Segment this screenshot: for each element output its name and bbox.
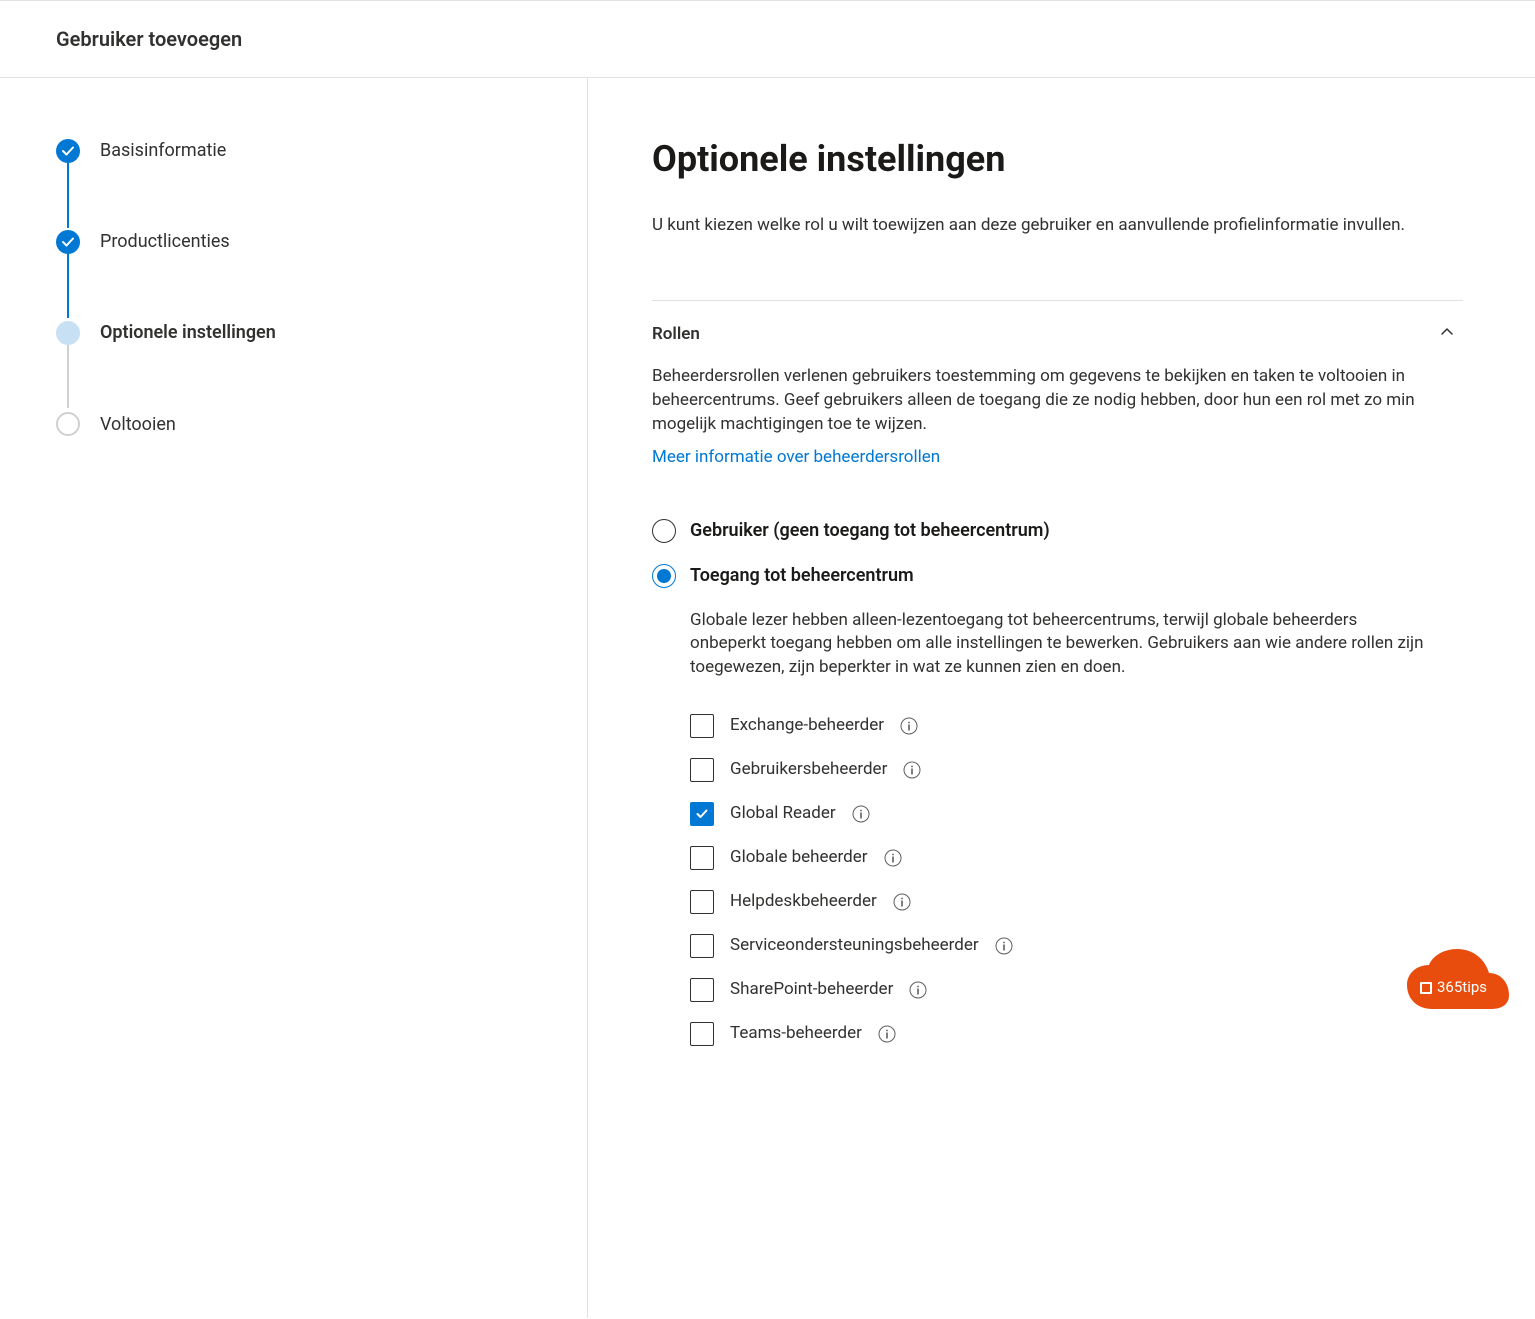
role-teams-beheerder[interactable]: Teams-beheerder [690, 1022, 1432, 1046]
step-optionele-instellingen[interactable]: Optionele instellingen [56, 320, 531, 345]
access-radio-group: Gebruiker (geen toegang tot beheercentru… [652, 518, 1432, 1046]
wizard-steps-sidebar: Basisinformatie Productlicenties Optione… [0, 78, 588, 1318]
admin-roles-more-info-link[interactable]: Meer informatie over beheerdersrollen [652, 447, 940, 467]
step-connector [67, 342, 69, 408]
info-icon[interactable] [903, 761, 921, 779]
role-globale-beheerder[interactable]: Globale beheerder [690, 846, 1432, 870]
step-pending-icon [56, 412, 80, 436]
checkbox-icon [690, 978, 714, 1002]
step-voltooien[interactable]: Voltooien [56, 412, 531, 437]
radio-icon [652, 564, 676, 588]
step-label: Basisinformatie [100, 138, 226, 163]
wizard-header: Gebruiker toevoegen [0, 1, 1535, 78]
role-helpdeskbeheerder[interactable]: Helpdeskbeheerder [690, 890, 1432, 914]
wizard-main-panel: Optionele instellingen U kunt kiezen wel… [588, 78, 1535, 1318]
wizard-title: Gebruiker toevoegen [56, 25, 1479, 53]
accordion-rollen-body: Beheerdersrollen verlenen gebruikers toe… [652, 365, 1432, 1096]
info-icon[interactable] [884, 849, 902, 867]
info-icon[interactable] [852, 805, 870, 823]
checkbox-icon [690, 802, 714, 826]
checkbox-label: SharePoint-beheerder [730, 978, 893, 1002]
accordion-title: Rollen [652, 323, 700, 347]
page-description: U kunt kiezen welke rol u wilt toewijzen… [652, 214, 1452, 238]
checkmark-icon [56, 139, 80, 163]
info-icon[interactable] [893, 893, 911, 911]
checkbox-label: Global Reader [730, 802, 836, 826]
chevron-up-icon [1439, 324, 1455, 347]
365tips-badge[interactable]: 365tips [1403, 949, 1511, 1009]
checkbox-label: Teams-beheerder [730, 1022, 862, 1046]
step-label: Productlicenties [100, 229, 230, 254]
badge-text: 365tips [1419, 977, 1487, 998]
step-label: Voltooien [100, 412, 176, 437]
checkbox-label: Gebruikersbeheerder [730, 758, 887, 782]
info-icon[interactable] [878, 1025, 896, 1043]
checkbox-icon [690, 890, 714, 914]
role-serviceondersteuningsbeheerder[interactable]: Serviceondersteuningsbeheerder [690, 934, 1432, 958]
step-connector [67, 252, 69, 318]
step-connector [67, 162, 69, 228]
checkbox-label: Globale beheerder [730, 846, 868, 870]
checkbox-icon [690, 846, 714, 870]
roles-description: Beheerdersrollen verlenen gebruikers toe… [652, 365, 1432, 436]
admin-access-description: Globale lezer hebben alleen-lezentoegang… [690, 609, 1430, 680]
info-icon[interactable] [900, 717, 918, 735]
step-productlicenties[interactable]: Productlicenties [56, 229, 531, 254]
role-gebruikersbeheerder[interactable]: Gebruikersbeheerder [690, 758, 1432, 782]
radio-admin-access[interactable]: Toegang tot beheercentrum [652, 563, 1432, 588]
info-icon[interactable] [909, 981, 927, 999]
admin-roles-list: Exchange-beheerder Gebruikersbeheerder G… [690, 714, 1432, 1046]
checkbox-label: Helpdeskbeheerder [730, 890, 877, 914]
radio-icon [652, 519, 676, 543]
accordion-rollen-header[interactable]: Rollen [652, 301, 1463, 365]
role-global-reader[interactable]: Global Reader [690, 802, 1432, 826]
role-exchange-beheerder[interactable]: Exchange-beheerder [690, 714, 1432, 738]
checkbox-label: Exchange-beheerder [730, 714, 884, 738]
step-basisinformatie[interactable]: Basisinformatie [56, 138, 531, 163]
checkmark-icon [56, 230, 80, 254]
checkbox-icon [690, 934, 714, 958]
checkbox-icon [690, 714, 714, 738]
radio-label: Gebruiker (geen toegang tot beheercentru… [690, 518, 1050, 543]
radio-label: Toegang tot beheercentrum [690, 563, 914, 588]
checkbox-icon [690, 1022, 714, 1046]
page-title: Optionele instellingen [652, 134, 1463, 184]
step-current-icon [56, 321, 80, 345]
role-sharepoint-beheerder[interactable]: SharePoint-beheerder [690, 978, 1432, 1002]
step-label: Optionele instellingen [100, 320, 276, 345]
radio-user-no-admin[interactable]: Gebruiker (geen toegang tot beheercentru… [652, 518, 1432, 543]
checkbox-icon [690, 758, 714, 782]
info-icon[interactable] [995, 937, 1013, 955]
checkbox-label: Serviceondersteuningsbeheerder [730, 934, 979, 958]
